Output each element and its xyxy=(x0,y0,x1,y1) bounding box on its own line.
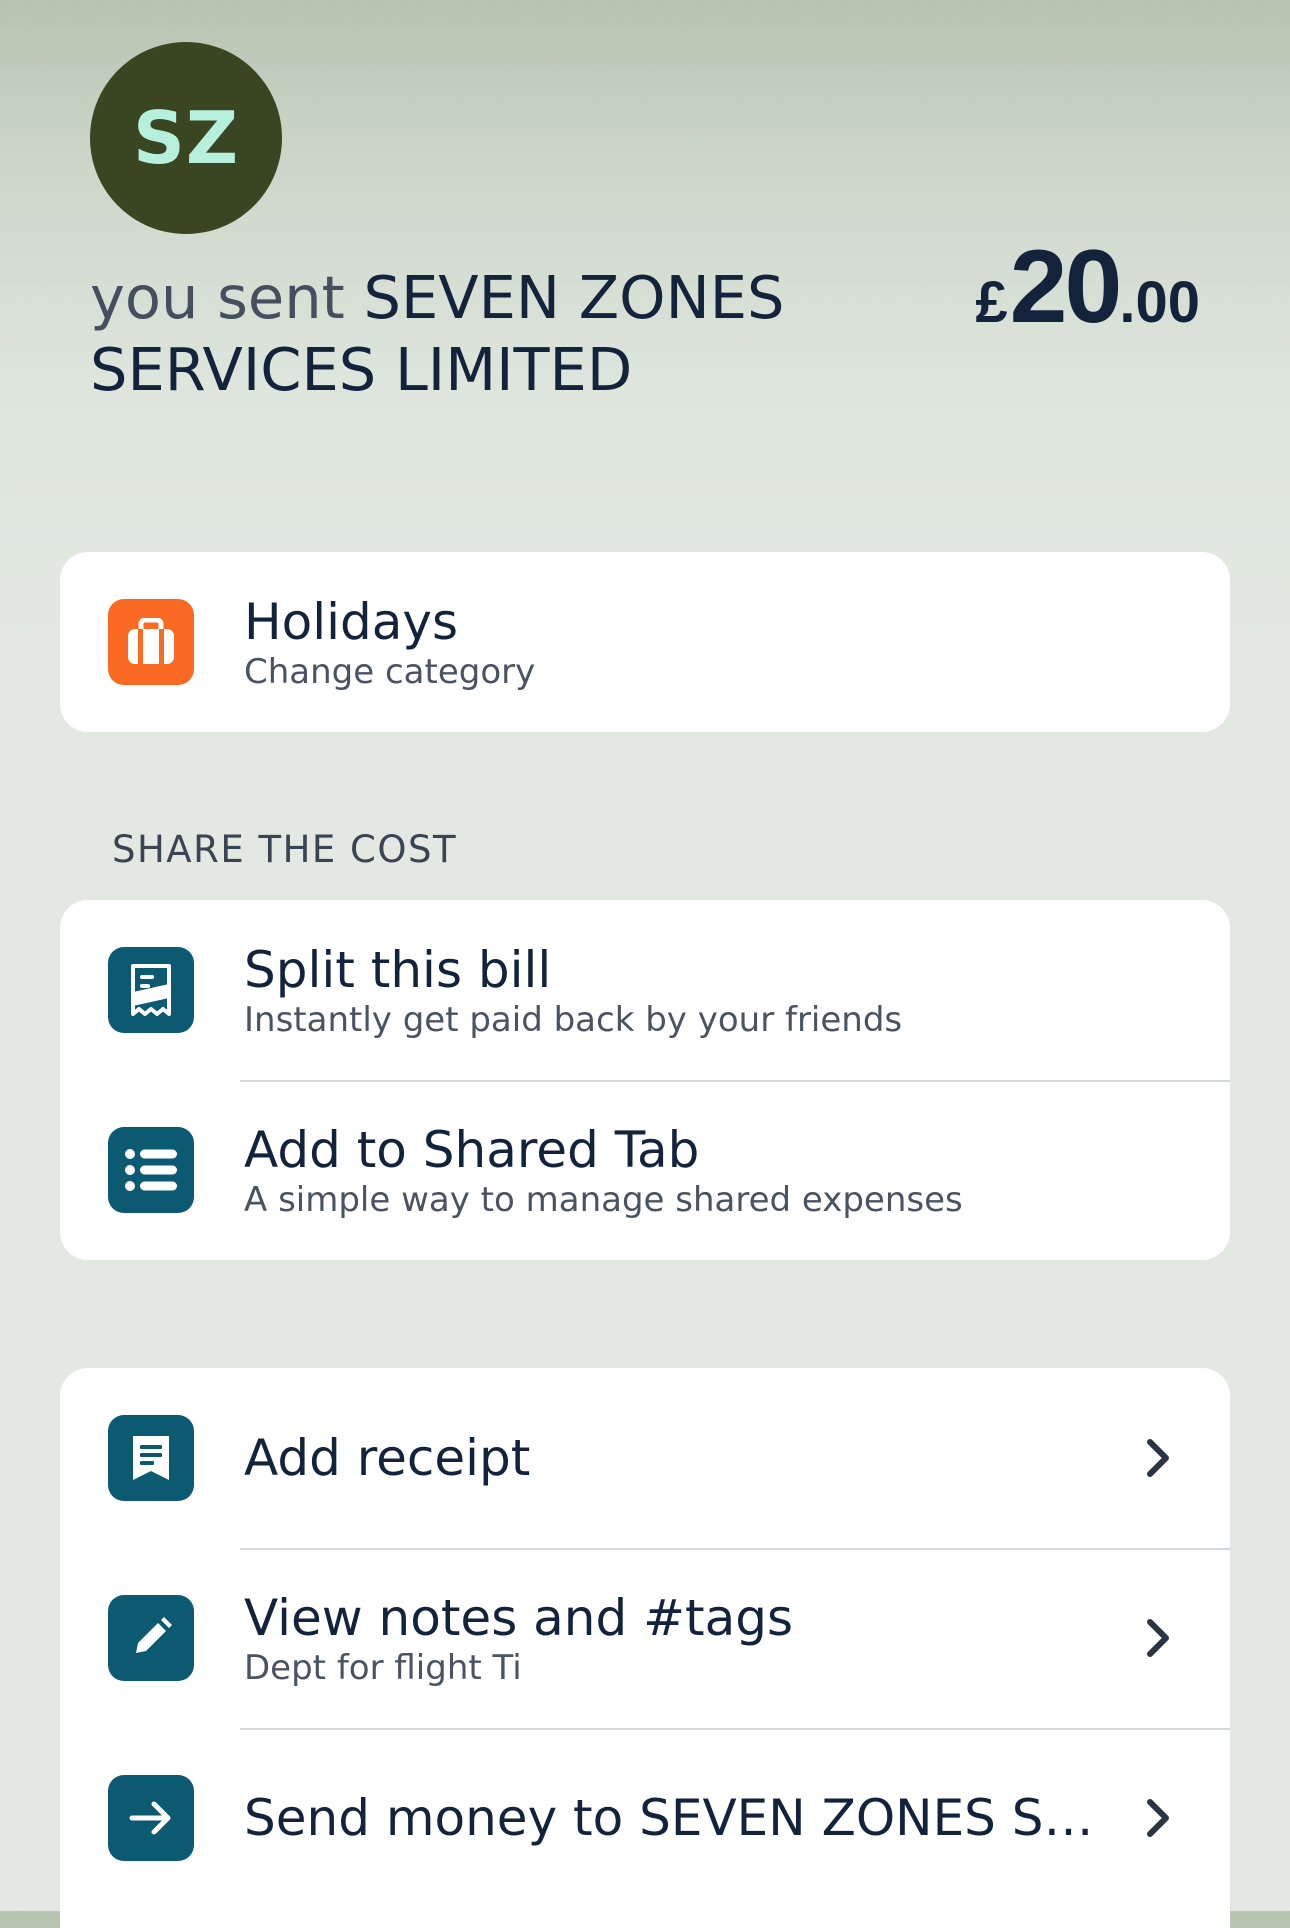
notes-preview: Dept for flight Ti xyxy=(244,1648,522,1688)
chevron-right-icon xyxy=(1147,1799,1169,1837)
shared-tab-subtitle: A simple way to manage shared expenses xyxy=(244,1180,963,1220)
suitcase-icon xyxy=(108,599,194,685)
notes-tags-row[interactable]: View notes and #tags Dept for flight Ti xyxy=(60,1548,1230,1728)
pencil-icon xyxy=(108,1595,194,1681)
shared-tab-title: Add to Shared Tab xyxy=(244,1122,700,1178)
receipt-icon xyxy=(108,1415,194,1501)
amount-whole: 20 xyxy=(1009,229,1123,345)
category-row[interactable]: Holidays Change category xyxy=(60,552,1230,732)
chevron-right-icon xyxy=(1147,1619,1169,1657)
share-section-label: SHARE THE COST xyxy=(112,828,458,871)
amount-currency: £ xyxy=(975,270,1008,335)
add-receipt-row[interactable]: Add receipt xyxy=(60,1368,1230,1548)
receipt-split-icon xyxy=(108,947,194,1033)
share-card: Split this bill Instantly get paid back … xyxy=(60,900,1230,1260)
send-money-title: Send money to SEVEN ZONES SE… xyxy=(244,1790,1110,1846)
split-bill-subtitle: Instantly get paid back by your friends xyxy=(244,1000,903,1040)
shared-tab-row[interactable]: Add to Shared Tab A simple way to manage… xyxy=(60,1080,1230,1260)
category-title: Holidays xyxy=(244,594,458,650)
avatar-initials: SZ xyxy=(132,96,240,180)
actions-card: Add receipt View notes and #tags Dept fo… xyxy=(60,1368,1230,1928)
amount-fraction: .00 xyxy=(1119,270,1200,335)
avatar: SZ xyxy=(90,42,282,234)
notes-tags-title: View notes and #tags xyxy=(244,1590,794,1646)
add-receipt-title: Add receipt xyxy=(244,1430,531,1486)
change-category-link[interactable]: Change category xyxy=(244,650,1110,694)
sent-prefix: you sent xyxy=(90,263,345,332)
split-bill-title: Split this bill xyxy=(244,942,552,998)
transaction-description: you sent SEVEN ZONES SERVICES LIMITED xyxy=(90,262,810,406)
category-card[interactable]: Holidays Change category xyxy=(60,552,1230,732)
split-bill-row[interactable]: Split this bill Instantly get paid back … xyxy=(60,900,1230,1080)
list-icon xyxy=(108,1127,194,1213)
send-money-row[interactable]: Send money to SEVEN ZONES SE… xyxy=(60,1728,1230,1908)
arrow-right-icon xyxy=(108,1775,194,1861)
chevron-right-icon xyxy=(1147,1439,1169,1477)
transaction-amount: £ 20 .00 xyxy=(975,228,1200,347)
